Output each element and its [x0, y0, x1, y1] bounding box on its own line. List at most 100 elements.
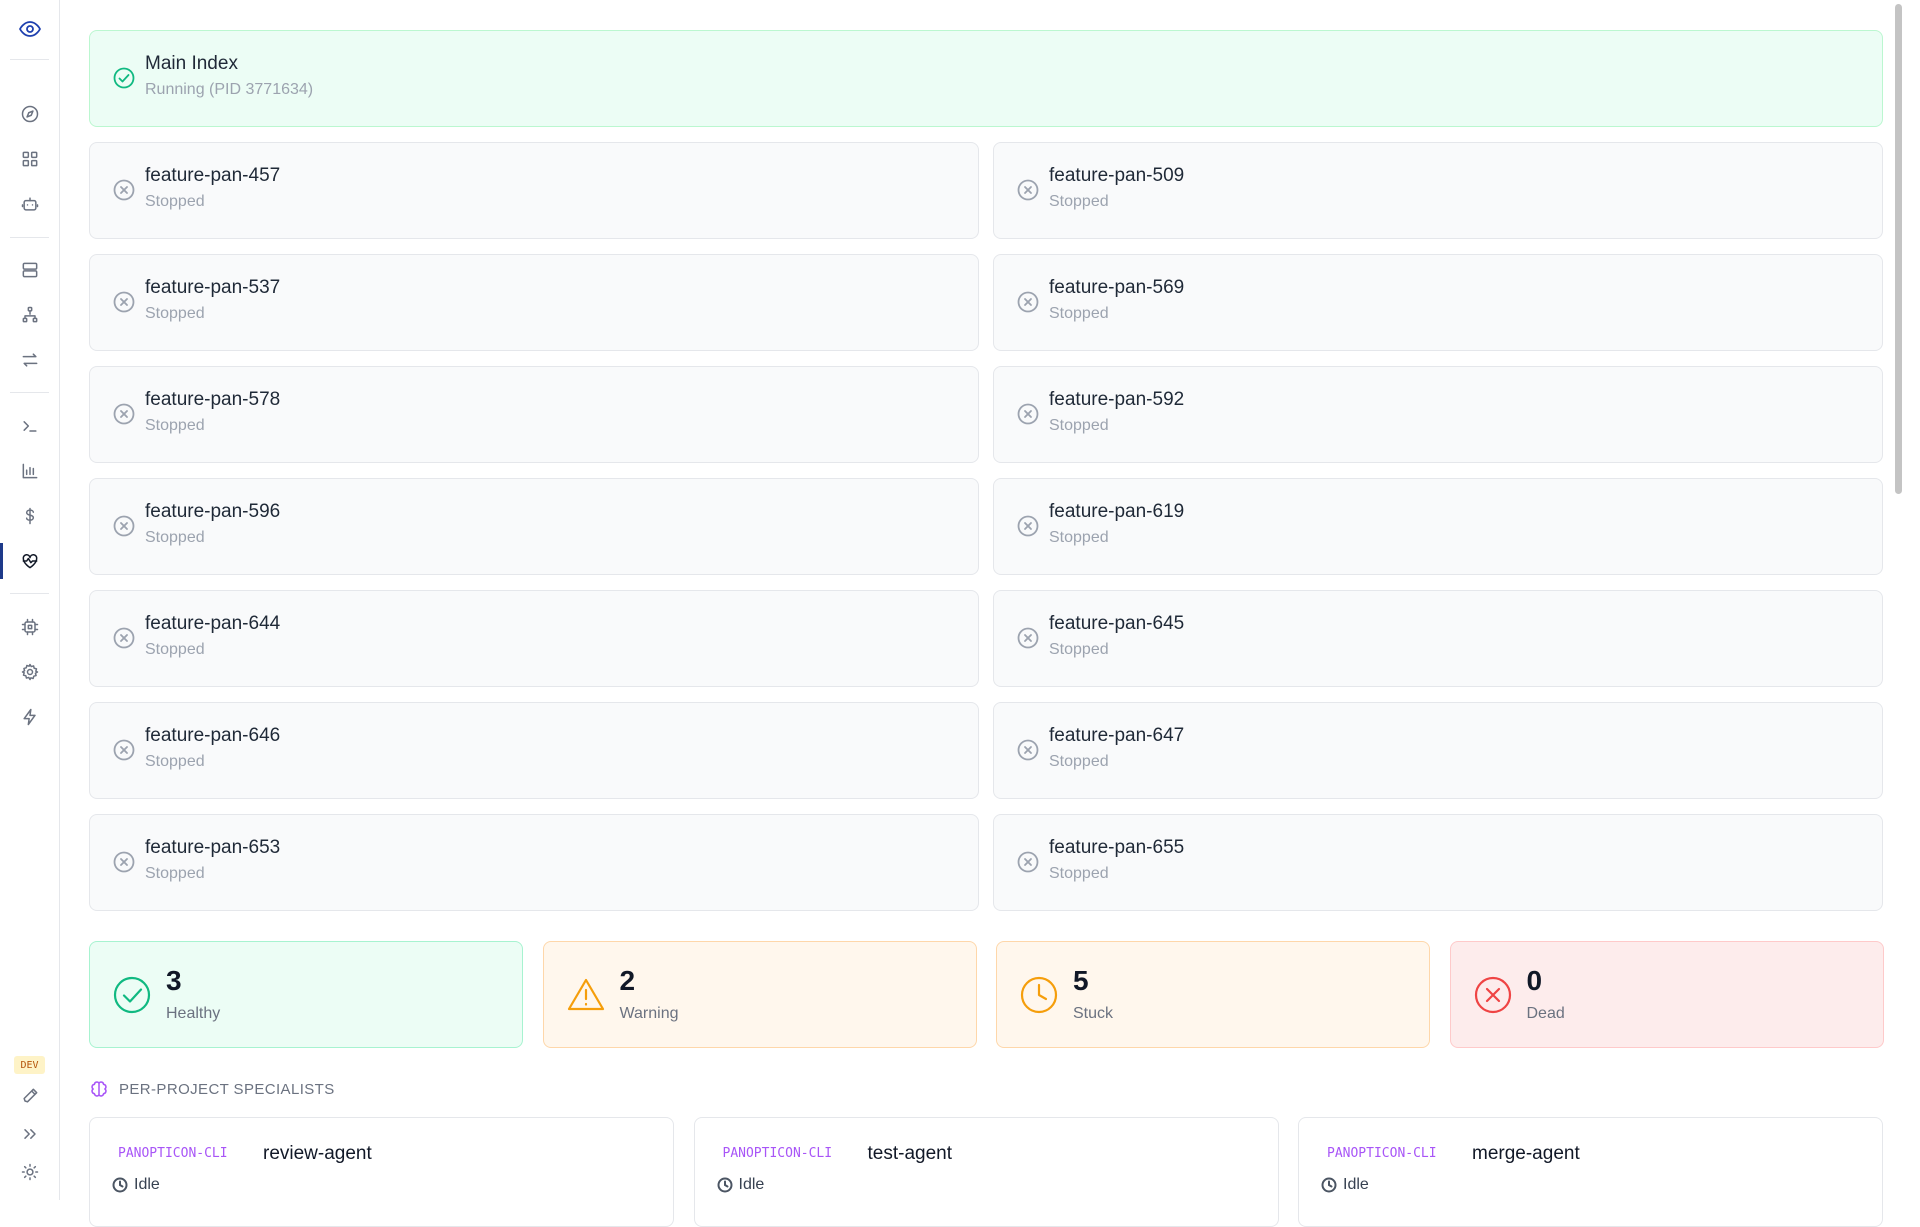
dev-badge: DEV: [14, 1056, 45, 1074]
workspace-name: feature-pan-592: [1049, 389, 1185, 410]
workspace-card[interactable]: feature-pan-596 Stopped: [89, 478, 979, 575]
network-icon[interactable]: [0, 295, 59, 335]
hammer-icon[interactable]: [0, 1076, 59, 1116]
workspace-status: Stopped: [1049, 865, 1109, 882]
stat-value: 3: [166, 965, 182, 996]
stat-label: Healthy: [166, 1005, 221, 1022]
stat-card-healthy[interactable]: 3 Healthy: [89, 941, 523, 1048]
workspace-status: Stopped: [145, 753, 205, 770]
specialist-card[interactable]: PANOPTICON-CLI test-agent Idle: [693, 1117, 1279, 1227]
stat-card-dead[interactable]: 0 Dead: [1449, 941, 1884, 1048]
arrows-swap-icon[interactable]: [0, 340, 59, 380]
main-index-name: Main Index: [145, 53, 238, 74]
workspace-status: Stopped: [145, 641, 205, 658]
stat-value: 5: [1073, 965, 1089, 996]
compass-icon[interactable]: [0, 94, 59, 134]
workspace-card[interactable]: feature-pan-578 Stopped: [89, 366, 979, 463]
warning-triangle-icon: [566, 975, 606, 1015]
workspace-status: Stopped: [145, 529, 205, 546]
scrollbar-thumb[interactable]: [1895, 4, 1902, 494]
workspace-status: Stopped: [1049, 641, 1109, 658]
heart-pulse-icon[interactable]: [0, 541, 59, 581]
workspace-card[interactable]: feature-pan-569 Stopped: [993, 254, 1883, 351]
x-circle-icon: [112, 178, 136, 202]
workspace-name: feature-pan-646: [145, 725, 281, 746]
workspace-name: feature-pan-655: [1049, 837, 1185, 858]
workspace-status: Stopped: [1049, 529, 1109, 546]
x-circle-icon: [112, 850, 136, 874]
workspace-status: Stopped: [145, 305, 205, 322]
workspace-name: feature-pan-644: [145, 613, 281, 634]
stat-label: Dead: [1526, 1005, 1565, 1022]
sun-icon[interactable]: [0, 1152, 59, 1192]
workspace-card[interactable]: feature-pan-457 Stopped: [89, 142, 979, 239]
main-index-card[interactable]: Main Index Running (PID 3771634): [89, 30, 1883, 127]
workspace-name: feature-pan-569: [1049, 277, 1185, 298]
x-circle-icon: [1473, 975, 1513, 1015]
specialists-title: PER-PROJECT SPECIALISTS: [119, 1080, 335, 1098]
workspace-name: feature-pan-509: [1049, 165, 1185, 186]
workspace-card[interactable]: feature-pan-647 Stopped: [993, 702, 1883, 799]
workspace-name: feature-pan-653: [145, 837, 281, 858]
grid-icon[interactable]: [0, 139, 59, 179]
bot-icon[interactable]: [0, 184, 59, 224]
x-circle-icon: [1016, 850, 1040, 874]
workspace-card[interactable]: feature-pan-646 Stopped: [89, 702, 979, 799]
workspace-name: feature-pan-645: [1049, 613, 1185, 634]
workspace-name: feature-pan-457: [145, 165, 281, 186]
server-icon[interactable]: [0, 250, 59, 290]
x-circle-icon: [112, 626, 136, 650]
workspace-status: Stopped: [145, 193, 205, 210]
stat-card-warning[interactable]: 2 Warning: [542, 941, 977, 1048]
x-circle-icon: [1016, 738, 1040, 762]
specialist-status-label: Idle: [1343, 1176, 1369, 1193]
cpu-icon[interactable]: [0, 607, 59, 647]
gear-icon[interactable]: [0, 652, 59, 692]
workspace-card[interactable]: feature-pan-537 Stopped: [89, 254, 979, 351]
workspace-card[interactable]: feature-pan-653 Stopped: [89, 814, 979, 911]
specialist-project: PANOPTICON-CLI: [118, 1146, 228, 1161]
workspace-status: Stopped: [145, 417, 205, 434]
workspace-card[interactable]: feature-pan-655 Stopped: [993, 814, 1883, 911]
stat-value: 2: [619, 965, 636, 996]
x-circle-icon: [112, 514, 136, 538]
specialist-name: test-agent: [867, 1143, 953, 1164]
specialist-status: Idle: [1321, 1176, 1369, 1194]
stat-label: Stuck: [1073, 1005, 1114, 1022]
workspace-name: feature-pan-537: [145, 277, 281, 298]
workspace-status: Stopped: [1049, 417, 1109, 434]
stat-value: 0: [1526, 965, 1543, 996]
dollar-icon[interactable]: [0, 496, 59, 536]
workspace-status: Stopped: [145, 865, 205, 882]
workspace-status: Stopped: [1049, 193, 1109, 210]
stat-card-stuck[interactable]: 5 Stuck: [996, 941, 1430, 1048]
x-circle-icon: [112, 402, 136, 426]
stat-label: Warning: [619, 1005, 679, 1022]
clock-icon: [112, 1177, 128, 1193]
x-circle-icon: [112, 290, 136, 314]
specialist-status-label: Idle: [738, 1176, 765, 1193]
workspace-name: feature-pan-647: [1049, 725, 1185, 746]
x-circle-icon: [1016, 178, 1040, 202]
specialist-status: Idle: [717, 1176, 765, 1194]
sidebar-divider: [10, 237, 49, 238]
sidebar-divider: [10, 593, 49, 594]
specialist-status-label: Idle: [134, 1176, 160, 1193]
eye-icon[interactable]: [0, 9, 59, 49]
workspace-name: feature-pan-578: [145, 389, 281, 410]
specialist-project: PANOPTICON-CLI: [722, 1146, 833, 1161]
specialist-card[interactable]: PANOPTICON-CLI review-agent Idle: [89, 1117, 674, 1227]
workspace-card[interactable]: feature-pan-644 Stopped: [89, 590, 979, 687]
specialist-card[interactable]: PANOPTICON-CLI merge-agent Idle: [1298, 1117, 1883, 1227]
terminal-icon[interactable]: [0, 406, 59, 446]
workspace-card[interactable]: feature-pan-645 Stopped: [993, 590, 1883, 687]
brain-icon: [89, 1079, 109, 1099]
chevrons-right-icon[interactable]: [0, 1114, 59, 1154]
workspace-card[interactable]: feature-pan-509 Stopped: [993, 142, 1883, 239]
workspace-card[interactable]: feature-pan-619 Stopped: [993, 478, 1883, 575]
scrollbar[interactable]: [1890, 0, 1905, 1200]
workspace-card[interactable]: feature-pan-592 Stopped: [993, 366, 1883, 463]
bar-chart-icon[interactable]: [0, 451, 59, 491]
workspace-name: feature-pan-596: [145, 501, 281, 522]
bolt-icon[interactable]: [0, 697, 59, 737]
